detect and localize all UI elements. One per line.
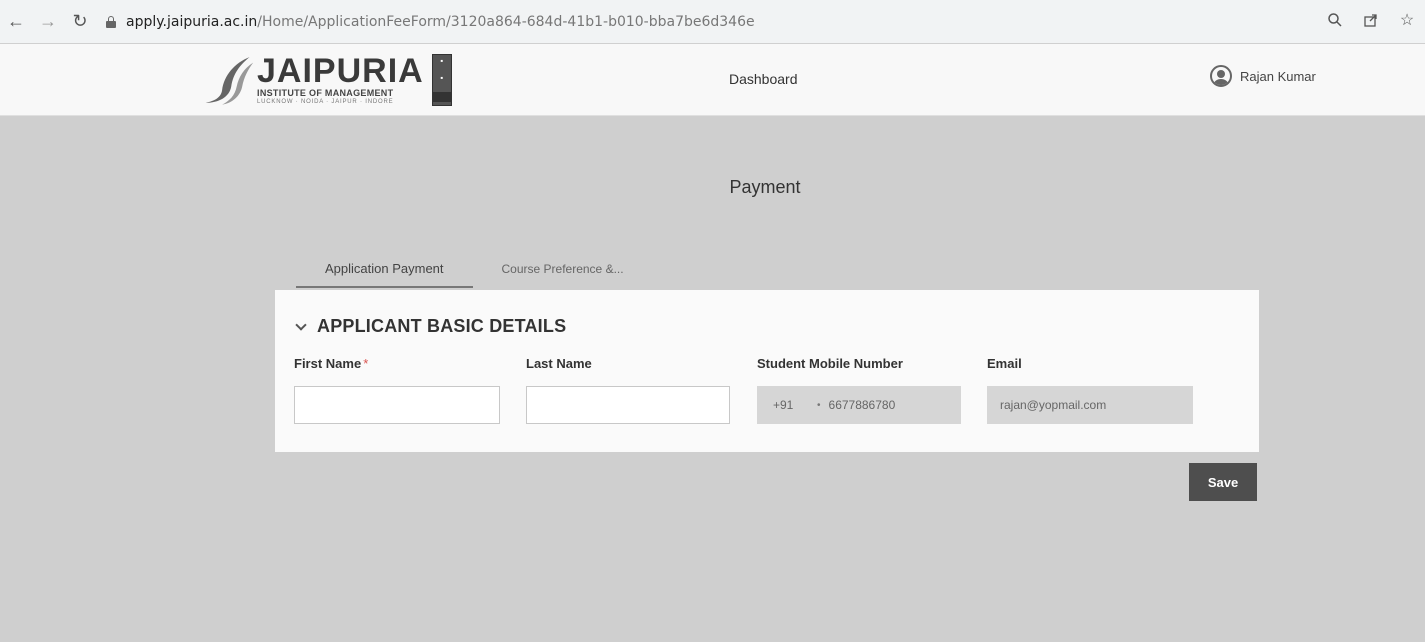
first-name-label-text: First Name bbox=[294, 356, 362, 371]
user-avatar-icon bbox=[1210, 65, 1232, 87]
required-mark: * bbox=[363, 356, 369, 371]
nav-dashboard-link[interactable]: Dashboard bbox=[729, 71, 798, 87]
back-arrow-icon[interactable]: ← bbox=[4, 10, 28, 34]
section-title: APPLICANT BASIC DETAILS bbox=[317, 316, 567, 336]
browser-toolbar: ← → ↻ apply.jaipuria.ac.in/Home/Applicat… bbox=[0, 0, 1425, 44]
url-path: /Home/ApplicationFeeForm/3120a864-684d-4… bbox=[257, 13, 755, 30]
mobile-number-value: 6677886780 bbox=[828, 398, 896, 412]
mobile-label: Student Mobile Number bbox=[757, 356, 903, 371]
last-name-field[interactable] bbox=[526, 386, 730, 424]
mobile-field: +91 • 6677886780 bbox=[757, 386, 961, 424]
save-button[interactable]: Save bbox=[1189, 463, 1257, 501]
section-header[interactable]: APPLICANT BASIC DETAILS bbox=[295, 316, 566, 337]
country-code-dropdown-icon: • bbox=[817, 399, 821, 411]
user-menu[interactable]: Rajan Kumar bbox=[1210, 65, 1316, 87]
tab-application-payment[interactable]: Application Payment bbox=[296, 250, 473, 288]
email-label: Email bbox=[987, 356, 1022, 371]
reload-icon[interactable]: ↻ bbox=[68, 10, 92, 34]
zoom-icon[interactable] bbox=[1325, 10, 1345, 30]
jaipuria-logo[interactable]: JAIPURIA INSTITUTE OF MANAGEMENT LUCKNOW… bbox=[202, 50, 452, 110]
chevron-down-icon[interactable] bbox=[295, 321, 307, 333]
bookmark-star-icon[interactable]: ☆ bbox=[1397, 10, 1417, 30]
app-header: JAIPURIA INSTITUTE OF MANAGEMENT LUCKNOW… bbox=[0, 44, 1425, 116]
tab-bar: Application Payment Course Preference &.… bbox=[296, 250, 653, 290]
logo-subtitle: INSTITUTE OF MANAGEMENT bbox=[257, 87, 394, 98]
tab-course-preference[interactable]: Course Preference &... bbox=[473, 250, 653, 288]
applicant-details-card: APPLICANT BASIC DETAILS First Name * Last… bbox=[275, 290, 1259, 452]
address-bar[interactable]: apply.jaipuria.ac.in/Home/ApplicationFee… bbox=[106, 6, 1406, 38]
logo-wordmark: JAIPURIA bbox=[257, 51, 424, 90]
forward-arrow-icon[interactable]: → bbox=[36, 10, 60, 34]
user-name: Rajan Kumar bbox=[1240, 68, 1316, 84]
email-field bbox=[987, 386, 1193, 424]
first-name-label: First Name * bbox=[294, 356, 368, 371]
logo-cities: LUCKNOW · NOIDA · JAIPUR · INDORE bbox=[257, 98, 394, 105]
lock-icon bbox=[106, 15, 116, 28]
logo-swoosh-icon bbox=[205, 57, 254, 105]
share-icon[interactable] bbox=[1361, 10, 1381, 30]
last-name-label: Last Name bbox=[526, 356, 592, 371]
country-code: +91 bbox=[773, 398, 794, 412]
certification-badge-icon: ■ ■ bbox=[431, 54, 452, 106]
page-title: Payment bbox=[729, 177, 801, 197]
url-host: apply.jaipuria.ac.in bbox=[126, 13, 258, 30]
first-name-field[interactable] bbox=[294, 386, 500, 424]
